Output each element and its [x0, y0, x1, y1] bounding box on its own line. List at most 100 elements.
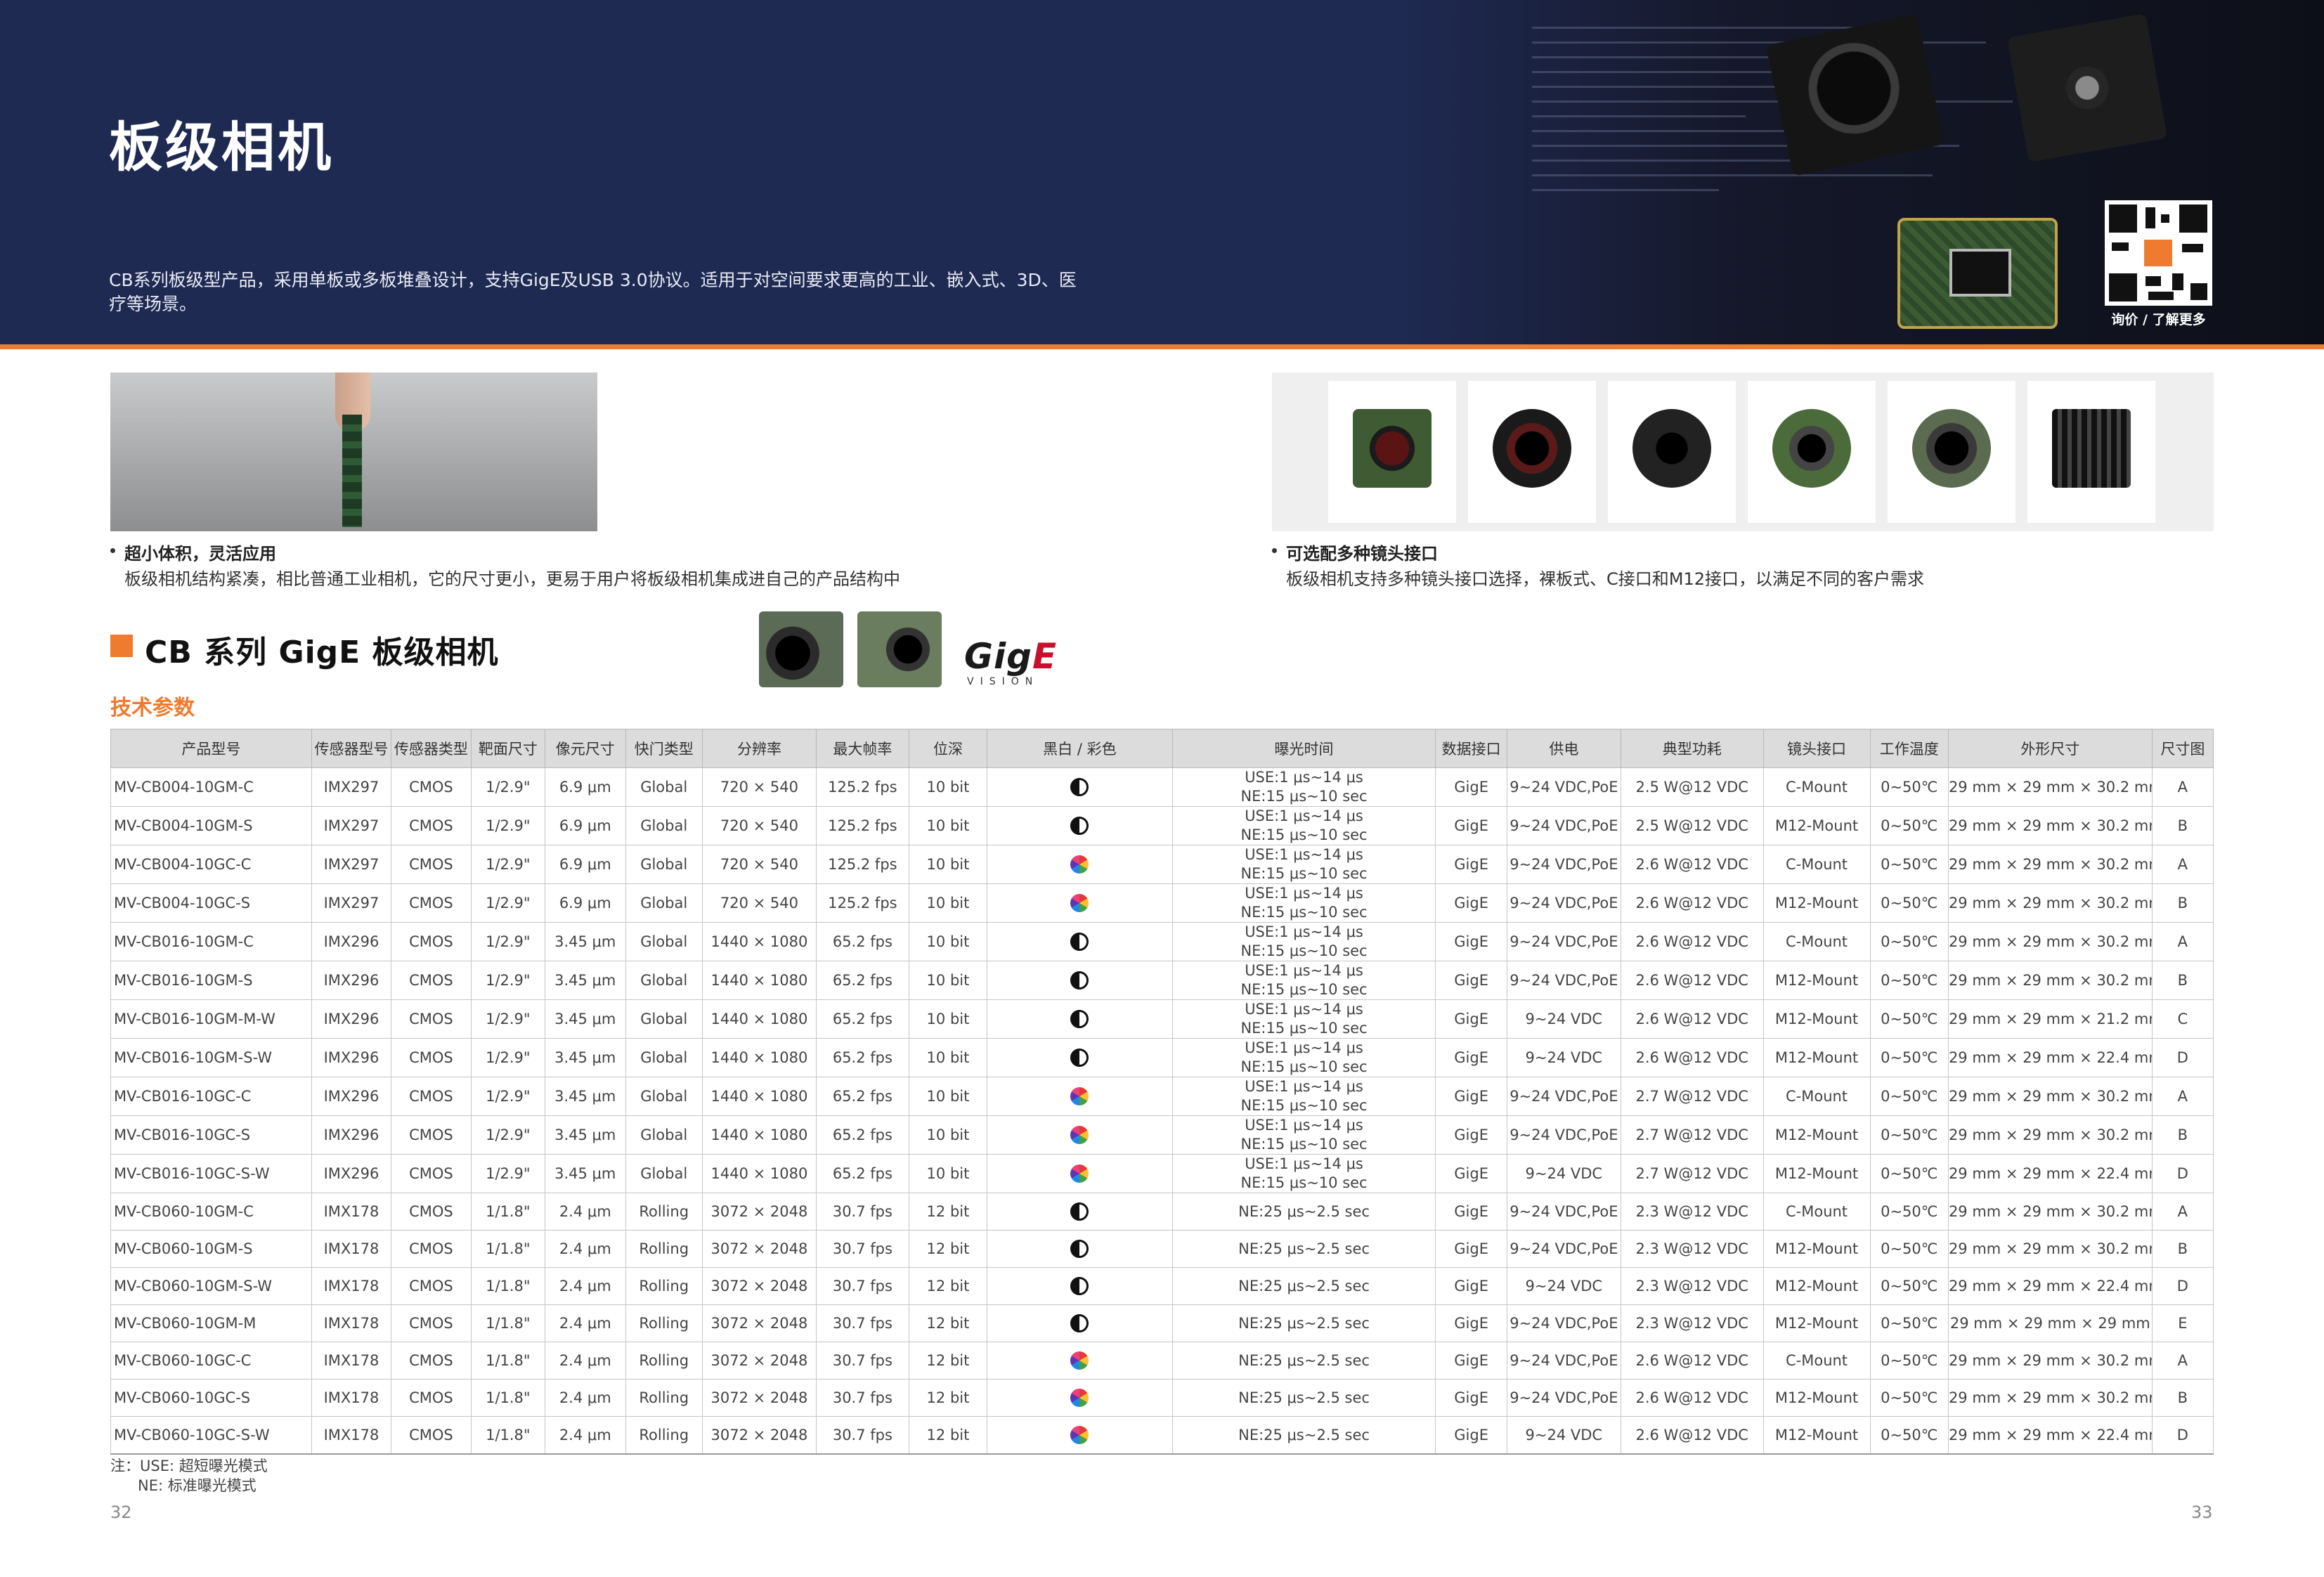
- bit-depth-cell: 10 bit: [908, 1077, 988, 1116]
- board-camera-shape: [342, 415, 362, 527]
- bit-depth-cell: 10 bit: [908, 999, 988, 1039]
- data-interface-cell: GigE: [1435, 1038, 1507, 1077]
- feature-text-size: 板级相机结构紧凑，相比普通工业相机，它的尺寸更小，更易于用户将板级相机集成进自己…: [124, 569, 900, 589]
- qr-code-icon[interactable]: [2105, 200, 2212, 306]
- pixel-size-cell: 3.45 μm: [545, 922, 626, 961]
- monochrome-icon: [1070, 817, 1089, 835]
- resolution-cell: 3072 × 2048: [701, 1416, 817, 1455]
- shutter-type-cell: Rolling: [625, 1304, 703, 1342]
- power-consumption-cell: 2.5 W@12 VDC: [1620, 806, 1764, 845]
- resolution-cell: 3072 × 2048: [701, 1379, 817, 1417]
- mono-color-cell: [987, 961, 1173, 1000]
- max-frame-rate-cell: 125.2 fps: [816, 883, 909, 923]
- column-header: 靶面尺寸: [470, 729, 546, 768]
- lens-mount-cell: M12-Mount: [1763, 1304, 1871, 1342]
- table-row: MV-CB016-10GM-S-W IMX296 CMOS 1/2.9" 3.45 μm…: [110, 1038, 2214, 1077]
- monochrome-icon: [1070, 1314, 1089, 1332]
- model-cell: MV-CB060-10GC-C: [110, 1342, 312, 1380]
- model-cell: MV-CB016-10GC-S-W: [110, 1154, 312, 1193]
- max-frame-rate-cell: 125.2 fps: [816, 767, 909, 807]
- exposure-time-cell: USE:1 μs~14 μs NE:15 μs~10 sec: [1171, 806, 1436, 845]
- lens-mount-cell: M12-Mount: [1763, 999, 1871, 1039]
- dimensions-cell: 29 mm × 29 mm × 30.2 mm: [1947, 883, 2153, 923]
- sensor-model-cell: IMX297: [311, 845, 392, 884]
- exposure-line: USE:1 μs~14 μs: [1245, 769, 1363, 786]
- exposure-line: NE:15 μs~10 sec: [1240, 1058, 1368, 1075]
- operating-temp-cell: 0~50℃: [1869, 1193, 1949, 1231]
- resolution-cell: 1440 × 1080: [701, 1154, 817, 1193]
- data-interface-cell: GigE: [1435, 883, 1507, 923]
- exposure-line: NE:25 μs~2.5 sec: [1238, 1240, 1370, 1257]
- max-frame-rate-cell: 65.2 fps: [816, 1154, 909, 1193]
- shutter-type-cell: Rolling: [625, 1267, 703, 1305]
- shutter-type-cell: Global: [625, 883, 703, 923]
- shutter-type-cell: Global: [625, 1038, 703, 1077]
- max-frame-rate-cell: 65.2 fps: [816, 922, 909, 961]
- exposure-time-cell: USE:1 μs~14 μs NE:15 μs~10 sec: [1171, 922, 1436, 961]
- exposure-time-cell: NE:25 μs~2.5 sec: [1171, 1342, 1436, 1380]
- table-row: MV-CB016-10GC-S IMX296 CMOS 1/2.9" 3.45 μm Gl…: [110, 1115, 2214, 1155]
- shutter-type-cell: Rolling: [625, 1193, 703, 1231]
- feature-title-size: 超小体积，灵活应用: [124, 544, 276, 564]
- operating-temp-cell: 0~50℃: [1869, 1379, 1949, 1417]
- data-interface-cell: GigE: [1435, 961, 1507, 1000]
- column-header: 传感器型号: [311, 729, 392, 768]
- power-supply-cell: 9~24 VDC,PoE: [1506, 767, 1621, 807]
- table-row: MV-CB016-10GC-C IMX296 CMOS 1/2.9" 3.45 μm Gl…: [110, 1077, 2214, 1116]
- bit-depth-cell: 12 bit: [908, 1230, 988, 1268]
- exposure-line: NE:15 μs~10 sec: [1240, 942, 1368, 959]
- max-frame-rate-cell: 30.7 fps: [816, 1193, 909, 1231]
- resolution-cell: 1440 × 1080: [701, 1115, 817, 1155]
- exposure-line: NE:15 μs~10 sec: [1240, 1020, 1368, 1037]
- dimension-drawing-cell: D: [2151, 1154, 2214, 1193]
- exposure-line: NE:25 μs~2.5 sec: [1238, 1426, 1370, 1443]
- power-consumption-cell: 2.6 W@12 VDC: [1620, 1379, 1764, 1417]
- sensor-type-cell: CMOS: [391, 806, 472, 845]
- sensor-model-cell: IMX296: [311, 1154, 392, 1193]
- power-supply-cell: 9~24 VDC,PoE: [1506, 883, 1621, 923]
- sensor-type-cell: CMOS: [391, 1193, 472, 1231]
- target-size-cell: 1/2.9": [470, 883, 546, 923]
- sensor-model-cell: IMX178: [311, 1416, 392, 1455]
- dimension-drawing-cell: A: [2151, 767, 2214, 807]
- max-frame-rate-cell: 30.7 fps: [816, 1304, 909, 1342]
- pixel-size-cell: 6.9 μm: [545, 767, 626, 807]
- monochrome-icon: [1070, 1049, 1089, 1067]
- table-row: MV-CB060-10GC-C IMX178 CMOS 1/1.8" 2.4 μm Rol…: [110, 1342, 2214, 1380]
- operating-temp-cell: 0~50℃: [1869, 1115, 1949, 1155]
- resolution-cell: 3072 × 2048: [701, 1230, 817, 1268]
- dimension-drawing-cell: C: [2151, 999, 2214, 1039]
- column-header: 分辨率: [701, 729, 817, 768]
- target-size-cell: 1/1.8": [470, 1416, 546, 1455]
- lens-mount-cell: M12-Mount: [1763, 806, 1871, 845]
- max-frame-rate-cell: 65.2 fps: [816, 961, 909, 1000]
- max-frame-rate-cell: 30.7 fps: [816, 1342, 909, 1380]
- shutter-type-cell: Global: [625, 922, 703, 961]
- feature-photo-finger-board: [110, 372, 597, 531]
- dimensions-cell: 29 mm × 29 mm × 30.2 mm: [1947, 1230, 2153, 1268]
- lens-mount-cell: C-Mount: [1763, 1342, 1871, 1380]
- monochrome-icon: [1070, 1277, 1089, 1295]
- bullet-dot: [110, 548, 115, 553]
- operating-temp-cell: 0~50℃: [1869, 1342, 1949, 1380]
- exposure-time-cell: NE:25 μs~2.5 sec: [1171, 1416, 1436, 1455]
- exposure-line: NE:15 μs~10 sec: [1240, 981, 1368, 998]
- power-supply-cell: 9~24 VDC: [1506, 1267, 1621, 1305]
- operating-temp-cell: 0~50℃: [1869, 1267, 1949, 1305]
- column-header: 供电: [1506, 729, 1621, 768]
- target-size-cell: 1/1.8": [470, 1230, 546, 1268]
- bit-depth-cell: 12 bit: [908, 1304, 988, 1342]
- data-interface-cell: GigE: [1435, 1193, 1507, 1231]
- max-frame-rate-cell: 30.7 fps: [816, 1416, 909, 1455]
- banner-accent-rule: [0, 344, 2324, 349]
- table-row: MV-CB004-10GC-C IMX297 CMOS 1/2.9" 6.9 μm Glo…: [110, 845, 2214, 884]
- sensor-type-cell: CMOS: [391, 1230, 472, 1268]
- operating-temp-cell: 0~50℃: [1869, 767, 1949, 807]
- mono-color-cell: [987, 883, 1173, 923]
- lens-mount-cell: M12-Mount: [1763, 1379, 1871, 1417]
- target-size-cell: 1/2.9": [470, 1154, 546, 1193]
- monochrome-icon: [1070, 1240, 1089, 1258]
- sensor-type-cell: CMOS: [391, 922, 472, 961]
- resolution-cell: 1440 × 1080: [701, 922, 817, 961]
- dimensions-cell: 29 mm × 29 mm × 21.2 mm: [1947, 999, 2153, 1039]
